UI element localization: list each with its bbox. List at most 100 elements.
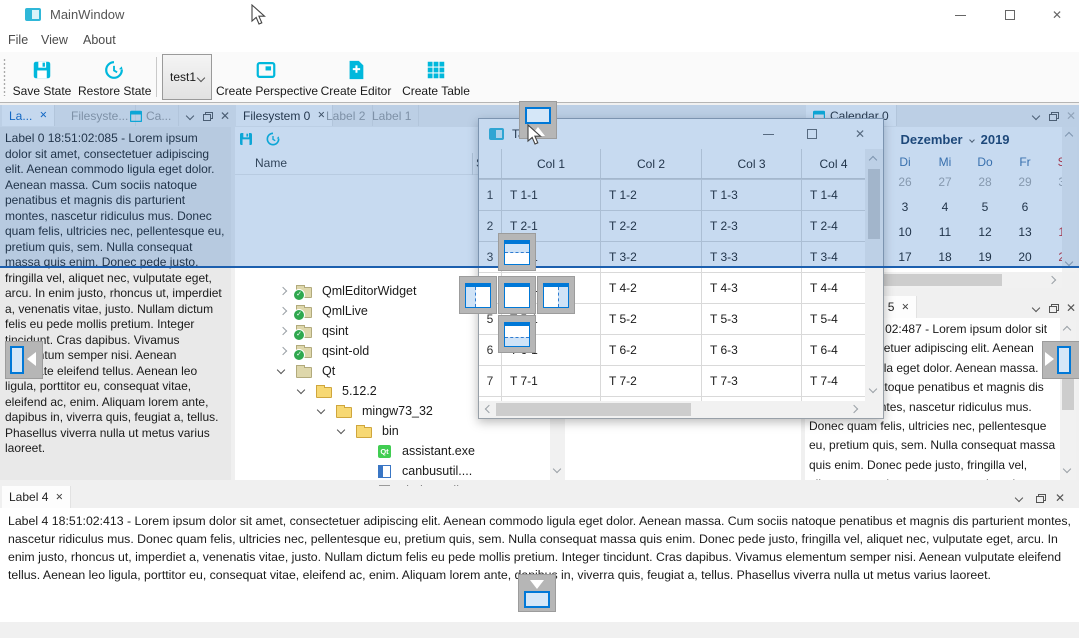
table-floating-window[interactable]: Table 0 ✕ Col 1 Col 2 Col 3 Col 4 1T 1-1… xyxy=(478,118,884,419)
fs-restore-icon[interactable] xyxy=(265,131,281,147)
calendar-day[interactable]: 20 xyxy=(1005,250,1045,264)
calendar-day[interactable]: 27 xyxy=(925,175,965,189)
calendar-day[interactable]: 5 xyxy=(965,200,1005,214)
save-state-button[interactable]: Save State xyxy=(10,52,74,102)
column-divider[interactable] xyxy=(472,153,473,175)
table-cell[interactable]: T 7-2 xyxy=(600,366,701,396)
dock-float-button[interactable] xyxy=(1046,108,1062,124)
tab-close-icon[interactable]: ✕ xyxy=(901,302,909,313)
column-header[interactable]: Col 4 xyxy=(801,149,865,178)
dock-close-button[interactable]: ✕ xyxy=(1052,490,1068,506)
calendar-day[interactable]: 14 xyxy=(1045,225,1062,239)
fs-save-icon[interactable] xyxy=(238,131,254,147)
table-cell[interactable]: T 1-2 xyxy=(600,180,701,210)
scroll-left-icon[interactable] xyxy=(485,405,493,413)
expand-chevron-icon[interactable] xyxy=(279,307,287,315)
tree-row[interactable]: bin xyxy=(235,421,785,441)
table-cell[interactable]: T 5-2 xyxy=(600,304,701,334)
dock-float-button[interactable] xyxy=(1046,300,1062,316)
expand-chevron-icon[interactable] xyxy=(279,327,287,335)
column-header[interactable]: Col 1 xyxy=(501,149,600,178)
expand-chevron-icon[interactable] xyxy=(279,347,287,355)
drop-indicator-split-right[interactable] xyxy=(537,276,575,314)
column-header[interactable]: Col 3 xyxy=(701,149,801,178)
scroll-right-icon[interactable] xyxy=(1048,276,1056,284)
tab-calendar-short[interactable]: Ca... xyxy=(123,105,179,126)
calendar-day[interactable]: 26 xyxy=(885,175,925,189)
scroll-down-icon[interactable] xyxy=(869,385,877,393)
calendar-day[interactable]: 6 xyxy=(1005,200,1045,214)
window-titlebar[interactable]: MainWindow ✕ xyxy=(0,0,1079,30)
table-cell[interactable]: T 2-2 xyxy=(600,211,701,241)
table-cell[interactable]: T 2-3 xyxy=(701,211,801,241)
table-cell[interactable]: T 3-2 xyxy=(600,242,701,272)
table-cell[interactable]: T 1-1 xyxy=(501,180,600,210)
table-cell[interactable]: T 4-3 xyxy=(701,273,801,303)
calendar-day[interactable]: 29 xyxy=(1005,175,1045,189)
calendar-day[interactable]: 13 xyxy=(1005,225,1045,239)
menu-view[interactable]: View xyxy=(41,33,68,47)
table-vscrollbar[interactable] xyxy=(865,149,883,401)
calendar-day[interactable]: 7 xyxy=(1045,200,1062,214)
table-cell[interactable]: T 5-3 xyxy=(701,304,801,334)
create-editor-button[interactable]: Create Editor xyxy=(318,52,394,102)
table-cell[interactable]: T 3-4 xyxy=(801,242,865,272)
expand-chevron-icon[interactable] xyxy=(279,287,287,295)
column-header[interactable]: Col 2 xyxy=(600,149,701,178)
table-cell[interactable]: T 3-3 xyxy=(701,242,801,272)
tree-row[interactable]: canbusutil.... xyxy=(235,461,785,481)
column-header-name[interactable]: Name xyxy=(255,156,287,170)
menu-about[interactable]: About xyxy=(83,33,116,47)
window-maximize-button[interactable] xyxy=(993,0,1027,30)
row-header[interactable]: 1 xyxy=(479,180,501,210)
table-cell[interactable]: T 6-4 xyxy=(801,335,865,365)
table-cell[interactable]: T 4-2 xyxy=(600,273,701,303)
dock-menu-button[interactable] xyxy=(1028,300,1044,316)
drop-indicator-edge-right[interactable] xyxy=(1042,341,1079,379)
table-cell[interactable]: T 7-4 xyxy=(801,366,865,396)
calendar-day[interactable]: 11 xyxy=(925,225,965,239)
window-close-button[interactable]: ✕ xyxy=(1040,0,1074,30)
row-header[interactable]: 7 xyxy=(479,366,501,396)
table-cell[interactable]: T 7-1 xyxy=(501,366,600,396)
scrollbar-thumb[interactable] xyxy=(496,403,691,416)
scroll-up-icon[interactable] xyxy=(1065,132,1073,140)
window-minimize-button[interactable] xyxy=(943,0,977,30)
table-minimize-button[interactable] xyxy=(755,119,781,149)
table-cell[interactable]: T 1-3 xyxy=(701,180,801,210)
drop-indicator-edge-left[interactable] xyxy=(5,341,43,379)
scroll-right-icon[interactable] xyxy=(850,405,858,413)
calendar-day[interactable]: 19 xyxy=(965,250,1005,264)
perspective-combo[interactable]: test1 xyxy=(162,54,212,100)
dock-float-button[interactable] xyxy=(1033,490,1049,506)
collapse-chevron-icon[interactable] xyxy=(277,366,285,374)
scroll-up-icon[interactable] xyxy=(869,156,877,164)
table-maximize-button[interactable] xyxy=(799,119,825,149)
table-cell[interactable]: T 6-3 xyxy=(701,335,801,365)
table-cell[interactable]: T 7-3 xyxy=(701,366,801,396)
create-table-button[interactable]: Create Table xyxy=(396,52,476,102)
create-perspective-button[interactable]: Create Perspective xyxy=(216,52,316,102)
tab-close-icon[interactable]: ✕ xyxy=(55,492,63,503)
tab-close-icon[interactable]: ✕ xyxy=(39,110,47,121)
drop-indicator-split-left[interactable] xyxy=(459,276,497,314)
tab-label-4[interactable]: Label 4 ✕ xyxy=(2,486,71,508)
collapse-chevron-icon[interactable] xyxy=(317,406,325,414)
drop-indicator-edge-bottom[interactable] xyxy=(518,574,556,612)
table-cell[interactable]: T 6-2 xyxy=(600,335,701,365)
drop-indicator-center-tab[interactable] xyxy=(498,276,536,314)
calendar-year[interactable]: 2019 xyxy=(981,132,1010,147)
calendar-day[interactable]: 28 xyxy=(965,175,1005,189)
restore-state-button[interactable]: Restore State xyxy=(78,52,150,102)
table-cell[interactable]: T 4-4 xyxy=(801,273,865,303)
scroll-down-icon[interactable] xyxy=(553,465,561,473)
scroll-down-icon[interactable] xyxy=(1065,258,1073,266)
drop-indicator-split-bottom[interactable] xyxy=(498,315,536,353)
drop-indicator-split-top[interactable] xyxy=(498,233,536,271)
tree-row[interactable]: assistant.exe xyxy=(235,441,785,461)
calendar-day[interactable]: 4 xyxy=(925,200,965,214)
scroll-down-icon[interactable] xyxy=(1063,465,1071,473)
table-close-button[interactable]: ✕ xyxy=(847,119,873,149)
collapse-chevron-icon[interactable] xyxy=(337,426,345,434)
calendar-month[interactable]: Dezember xyxy=(900,132,962,147)
